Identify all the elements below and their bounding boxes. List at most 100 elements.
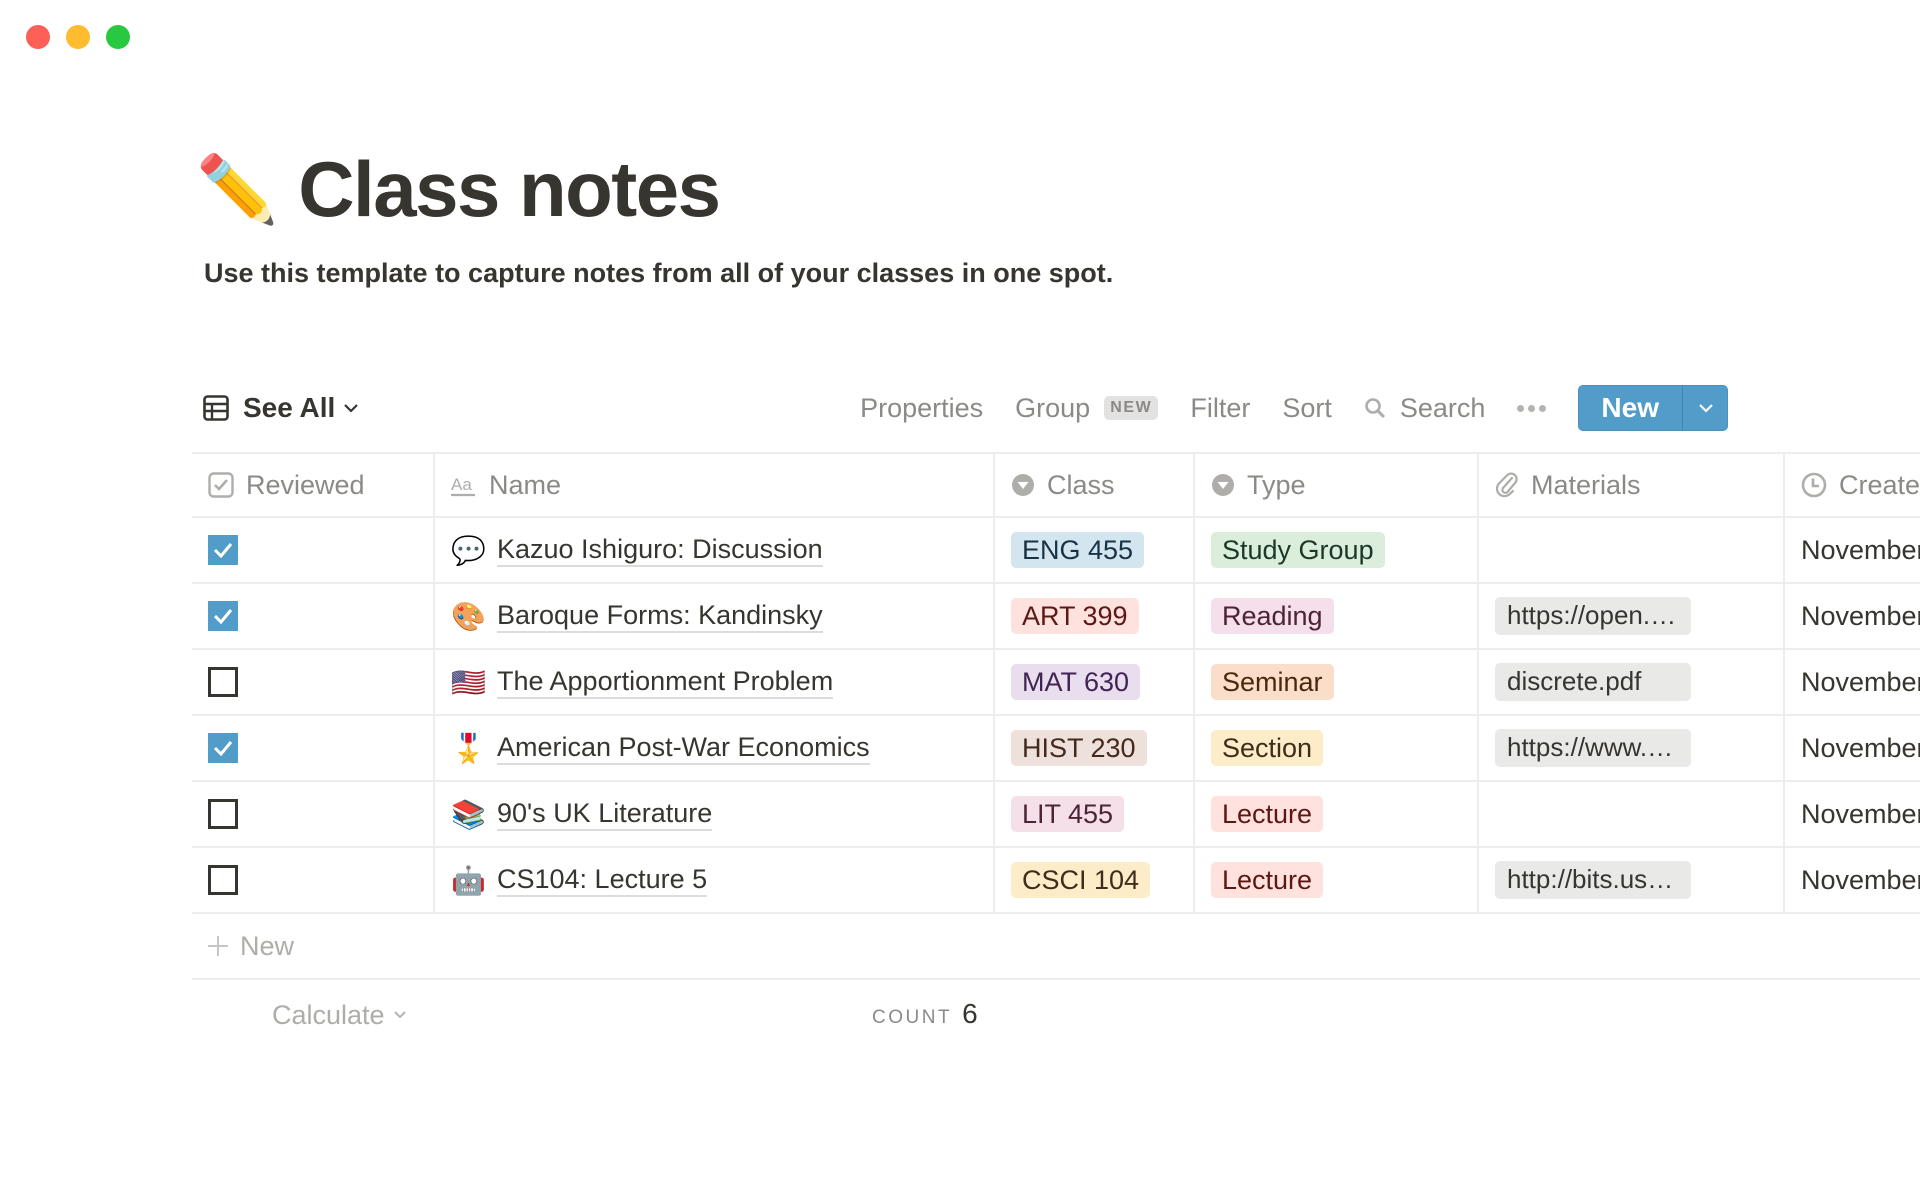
type-cell[interactable]: Lecture — [1195, 848, 1479, 912]
table-row[interactable]: 🎨 Baroque Forms: Kandinsky ART 399 Readi… — [192, 584, 1920, 650]
table-row[interactable]: 📚 90's UK Literature LIT 455 Lecture Nov… — [192, 782, 1920, 848]
materials-cell[interactable] — [1479, 782, 1785, 846]
materials-cell[interactable]: discrete.pdf — [1479, 650, 1785, 714]
minimize-window-button[interactable] — [66, 25, 90, 49]
name-cell[interactable]: 💬 Kazuo Ishiguro: Discussion — [435, 518, 995, 582]
column-header-name[interactable]: Aa Name — [435, 454, 995, 516]
view-label: See All — [243, 392, 336, 423]
name-cell[interactable]: 🎨 Baroque Forms: Kandinsky — [435, 584, 995, 648]
dot-icon — [1528, 404, 1536, 412]
class-tag: LIT 455 — [1011, 795, 1125, 833]
page-link[interactable]: 90's UK Literature — [497, 797, 713, 832]
text-aa-icon: Aa — [451, 475, 475, 497]
reviewed-cell — [192, 848, 435, 912]
name-cell[interactable]: 🇺🇸 The Apportionment Problem — [435, 650, 995, 714]
checkmark-icon — [213, 741, 233, 757]
reviewed-checkbox[interactable] — [208, 799, 238, 829]
group-label: Group — [1015, 392, 1091, 423]
page-link[interactable]: CS104: Lecture 5 — [497, 863, 708, 898]
reviewed-cell — [192, 782, 435, 846]
table-row[interactable]: 🇺🇸 The Apportionment Problem MAT 630 Sem… — [192, 650, 1920, 716]
created-cell: November — [1785, 584, 1920, 648]
maximize-window-button[interactable] — [106, 25, 130, 49]
close-window-button[interactable] — [26, 25, 50, 49]
new-button[interactable]: New — [1578, 385, 1682, 431]
new-dropdown-button[interactable] — [1682, 385, 1728, 431]
type-tag: Lecture — [1211, 795, 1324, 833]
type-cell[interactable]: Section — [1195, 716, 1479, 780]
name-cell[interactable]: 🤖 CS104: Lecture 5 — [435, 848, 995, 912]
materials-cell[interactable]: http://bits.usc.... — [1479, 848, 1785, 912]
column-label: Materials — [1531, 469, 1641, 500]
page-link[interactable]: Kazuo Ishiguro: Discussion — [497, 533, 823, 568]
column-label: Type — [1247, 469, 1306, 500]
pencil-icon[interactable]: ✏️ — [196, 156, 278, 222]
column-header-class[interactable]: Class — [995, 454, 1195, 516]
materials-file-chip[interactable]: discrete.pdf — [1495, 663, 1691, 701]
class-cell[interactable]: LIT 455 — [995, 782, 1195, 846]
calculate-button[interactable]: Calculate — [272, 1000, 407, 1031]
page-emoji-icon: 🎖️ — [451, 732, 486, 764]
page-description[interactable]: Use this template to capture notes from … — [204, 258, 1113, 289]
page-link[interactable]: American Post-War Economics — [497, 731, 870, 766]
view-selector[interactable]: See All — [203, 384, 373, 432]
class-cell[interactable]: MAT 630 — [995, 650, 1195, 714]
table-row[interactable]: 💬 Kazuo Ishiguro: Discussion ENG 455 Stu… — [192, 518, 1920, 584]
type-cell[interactable]: Seminar — [1195, 650, 1479, 714]
column-header-type[interactable]: Type — [1195, 454, 1479, 516]
class-tag: CSCI 104 — [1011, 861, 1151, 899]
page-emoji-icon: 🤖 — [451, 864, 486, 896]
materials-cell[interactable]: https://open.s... — [1479, 584, 1785, 648]
table-header: Reviewed Aa Name Class Type Materials Cr… — [192, 452, 1920, 518]
type-tag: Seminar — [1211, 663, 1334, 701]
page-title[interactable]: Class notes — [298, 150, 721, 228]
sort-button[interactable]: Sort — [1282, 393, 1332, 424]
column-header-materials[interactable]: Materials — [1479, 454, 1785, 516]
name-cell[interactable]: 📚 90's UK Literature — [435, 782, 995, 846]
properties-button[interactable]: Properties — [860, 393, 983, 424]
search-button[interactable]: Search — [1364, 392, 1486, 424]
filter-button[interactable]: Filter — [1190, 393, 1250, 424]
more-options-button[interactable] — [1517, 404, 1547, 412]
table-icon — [203, 395, 229, 421]
class-cell[interactable]: CSCI 104 — [995, 848, 1195, 912]
class-tag: ENG 455 — [1011, 531, 1145, 569]
class-cell[interactable]: HIST 230 — [995, 716, 1195, 780]
column-label: Created — [1839, 469, 1920, 500]
materials-file-chip[interactable]: https://open.s... — [1495, 597, 1691, 635]
materials-file-chip[interactable]: https://www.th... — [1495, 729, 1691, 767]
search-label: Search — [1399, 392, 1486, 423]
type-cell[interactable]: Reading — [1195, 584, 1479, 648]
add-new-row-button[interactable]: New — [192, 914, 1920, 980]
page-link[interactable]: Baroque Forms: Kandinsky — [497, 599, 823, 634]
search-icon — [1365, 398, 1385, 419]
reviewed-checkbox[interactable] — [208, 535, 238, 565]
reviewed-checkbox[interactable] — [208, 865, 238, 895]
select-icon — [1212, 474, 1234, 496]
type-cell[interactable]: Lecture — [1195, 782, 1479, 846]
table-row[interactable]: 🎖️ American Post-War Economics HIST 230 … — [192, 716, 1920, 782]
reviewed-checkbox[interactable] — [208, 667, 238, 697]
class-cell[interactable]: ENG 455 — [995, 518, 1195, 582]
type-cell[interactable]: Study Group — [1195, 518, 1479, 582]
materials-cell[interactable] — [1479, 518, 1785, 582]
reviewed-checkbox[interactable] — [208, 733, 238, 763]
column-header-created[interactable]: Created — [1785, 454, 1920, 516]
table-row[interactable]: 🤖 CS104: Lecture 5 CSCI 104 Lecture http… — [192, 848, 1920, 914]
materials-file-chip[interactable]: http://bits.usc.... — [1495, 861, 1691, 899]
page-link[interactable]: The Apportionment Problem — [497, 665, 834, 700]
page-header: ✏️ Class notes — [196, 150, 721, 228]
column-header-reviewed[interactable]: Reviewed — [192, 454, 435, 516]
group-button[interactable]: Group NEW — [1015, 392, 1159, 424]
paperclip-icon — [1495, 472, 1518, 498]
add-new-row-label: New — [240, 930, 295, 961]
count-summary[interactable]: COUNT 6 — [872, 998, 978, 1030]
created-date: November — [1801, 600, 1920, 631]
materials-cell[interactable]: https://www.th... — [1479, 716, 1785, 780]
name-cell[interactable]: 🎖️ American Post-War Economics — [435, 716, 995, 780]
class-cell[interactable]: ART 399 — [995, 584, 1195, 648]
type-tag: Reading — [1211, 597, 1334, 635]
new-button-group: New — [1578, 385, 1728, 431]
reviewed-checkbox[interactable] — [208, 601, 238, 631]
count-value: 6 — [962, 998, 978, 1029]
